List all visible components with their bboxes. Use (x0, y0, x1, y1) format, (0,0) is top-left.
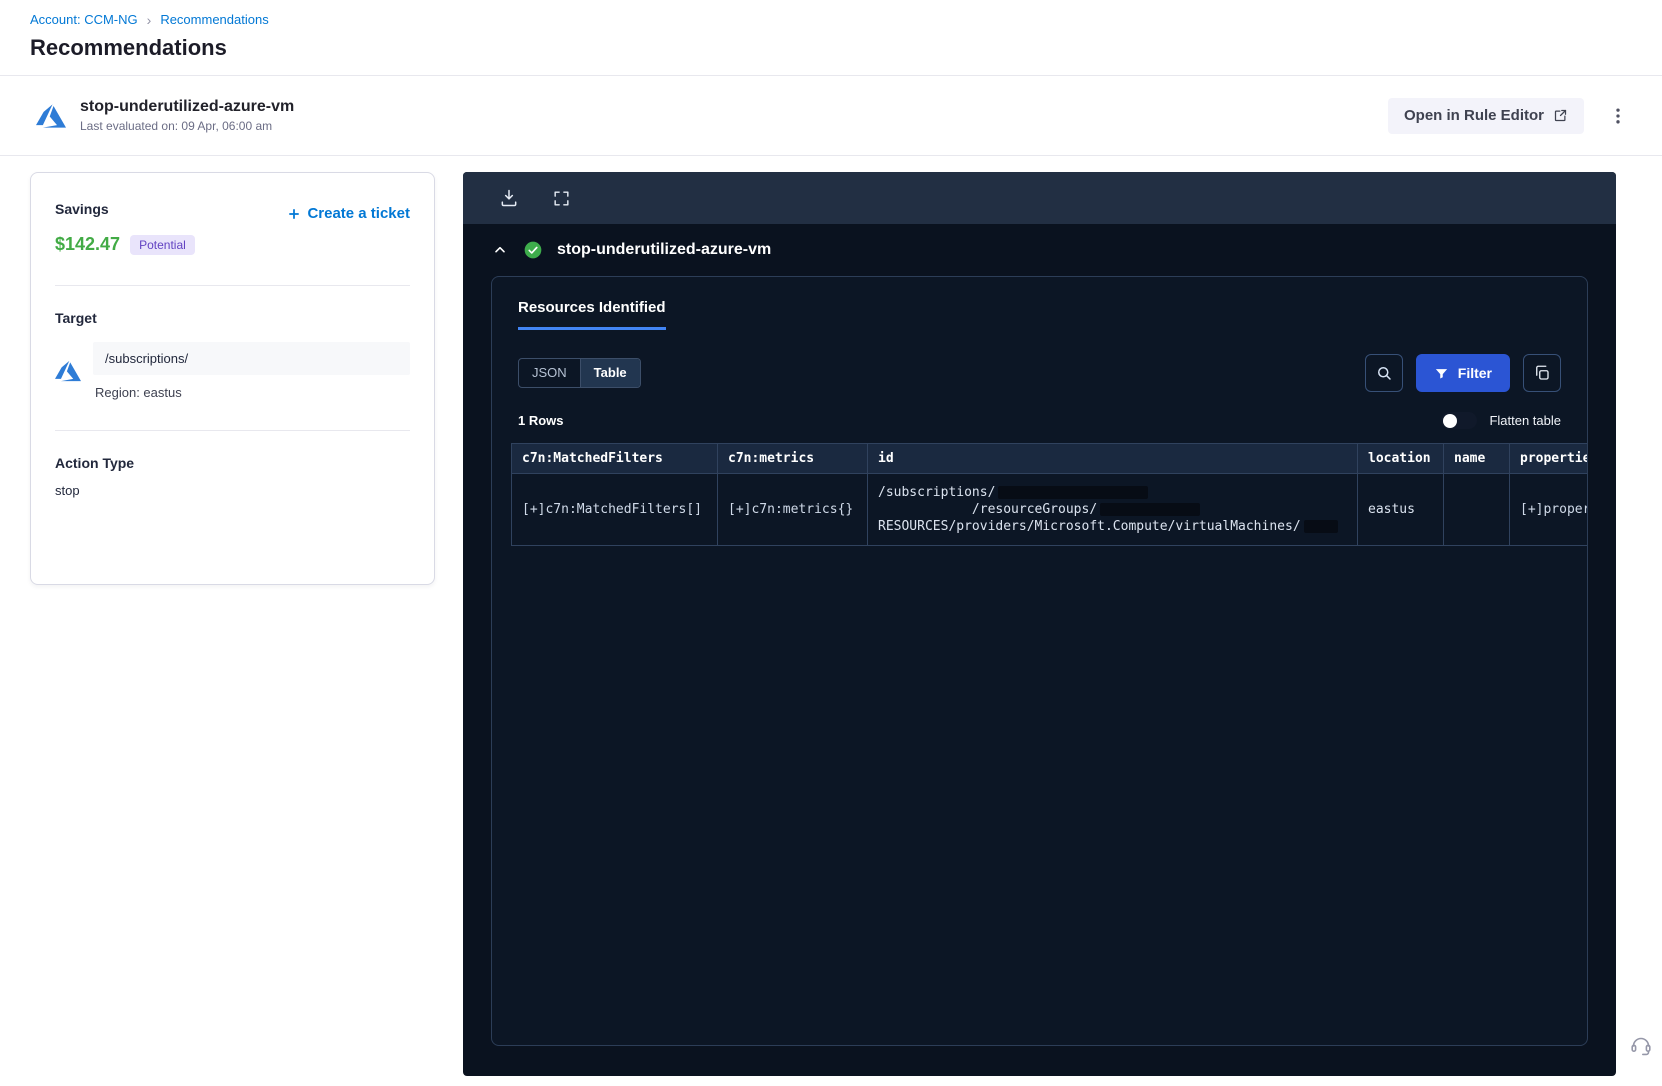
id-line-2: /resourceGroups/ (878, 502, 1098, 517)
fullscreen-button[interactable] (549, 186, 573, 210)
create-ticket-button[interactable]: Create a ticket (287, 205, 410, 222)
action-type-value: stop (55, 483, 80, 498)
savings-amount: $142.47 (55, 234, 121, 254)
recommendation-name: stop-underutilized-azure-vm (80, 98, 295, 115)
search-button[interactable] (1364, 354, 1403, 392)
flatten-table-label: Flatten table (1489, 413, 1561, 428)
filter-icon (1434, 366, 1449, 381)
filter-button[interactable]: Filter (1415, 354, 1510, 392)
breadcrumb-separator-icon: › (146, 11, 152, 28)
id-line-3: RESOURCES/providers/Microsoft.Compute/vi… (878, 519, 1301, 534)
recommendation-details-card: Savings Create a ticket $142.47 Potentia… (30, 172, 435, 585)
kebab-menu-icon (1616, 108, 1620, 123)
open-in-rule-editor-label: Open in Rule Editor (1403, 107, 1544, 124)
azure-icon (55, 358, 81, 384)
evaluation-panel: stop-underutilized-azure-vm Resources Id… (463, 172, 1616, 1076)
chevron-up-icon (495, 246, 505, 253)
resources-identified-panel: Resources Identified JSON Table Filter 1… (491, 276, 1588, 1046)
cell-metrics: [+]c7n:metrics{} (717, 473, 868, 546)
evaluation-title-row: stop-underutilized-azure-vm (463, 224, 1616, 270)
target-label: Target (55, 310, 97, 326)
success-check-icon (523, 240, 543, 260)
column-header-properties: properties (1509, 443, 1587, 474)
redacted-value (1303, 520, 1338, 533)
view-table-button[interactable]: Table (579, 359, 640, 387)
breadcrumb-recommendations-link[interactable]: Recommendations (160, 12, 268, 27)
recommendation-title-block: stop-underutilized-azure-vm Last evaluat… (80, 98, 294, 133)
expand-icon (553, 190, 569, 206)
target-path: /subscriptions/ (93, 342, 410, 375)
last-evaluated-text: Last evaluated on: 09 Apr, 06:00 am (80, 119, 273, 133)
resources-table-container: c7n:MatchedFilters c7n:metrics id locati… (511, 443, 1587, 546)
target-region: Region: eastus (95, 385, 182, 400)
search-icon (1377, 367, 1391, 380)
column-header-name: name (1443, 443, 1510, 474)
recommendations-page: Account: CCM-NG › Recommendations Recomm… (0, 0, 1662, 1076)
action-type-label: Action Type (55, 455, 135, 471)
collapse-button[interactable] (491, 241, 509, 259)
evaluation-title: stop-underutilized-azure-vm (557, 241, 772, 258)
id-line-1: /subscriptions/ (878, 485, 996, 500)
main-content: Savings Create a ticket $142.47 Potentia… (0, 156, 1662, 1076)
toggle-knob (1443, 413, 1458, 428)
redacted-value (1100, 503, 1201, 516)
download-icon (501, 189, 517, 207)
panel-toolbar (463, 172, 1616, 224)
filter-label: Filter (1457, 365, 1492, 381)
cell-properties: [+]properties{} (1509, 473, 1587, 546)
copy-icon (1536, 365, 1549, 380)
resources-table: c7n:MatchedFilters c7n:metrics id locati… (511, 443, 1587, 546)
redacted-value (998, 486, 1149, 499)
column-header-metrics: c7n:metrics (717, 443, 868, 474)
page-header: Account: CCM-NG › Recommendations Recomm… (0, 0, 1662, 76)
cell-matched-filters: [+]c7n:MatchedFilters[] (511, 473, 718, 546)
expand-properties[interactable]: [+]properties{} (1520, 502, 1587, 517)
view-mode-toggle: JSON Table (518, 358, 641, 388)
cell-location: eastus (1357, 473, 1444, 546)
potential-badge: Potential (130, 234, 195, 255)
breadcrumb: Account: CCM-NG › Recommendations (30, 12, 1632, 27)
table-row: [+]c7n:MatchedFilters[] [+]c7n:metrics{}… (511, 473, 1587, 546)
recommendation-header: stop-underutilized-azure-vm Last evaluat… (0, 76, 1662, 156)
view-json-button[interactable]: JSON (519, 359, 580, 387)
open-in-rule-editor-button[interactable]: Open in Rule Editor (1387, 97, 1584, 134)
table-meta-row: 1 Rows Flatten table (518, 412, 1561, 429)
create-ticket-label: Create a ticket (307, 205, 410, 222)
plus-icon (287, 207, 301, 221)
cell-name (1443, 473, 1510, 546)
column-header-matched-filters: c7n:MatchedFilters (511, 443, 718, 474)
flatten-table-toggle[interactable] (1441, 412, 1478, 429)
table-controls: JSON Table Filter (518, 354, 1561, 392)
support-icon[interactable] (1628, 1032, 1654, 1058)
download-button[interactable] (497, 186, 521, 210)
column-header-location: location (1357, 443, 1444, 474)
resources-tabs: Resources Identified (492, 299, 1587, 330)
breadcrumb-account-link[interactable]: Account: CCM-NG (30, 12, 138, 27)
page-title: Recommendations (30, 35, 227, 60)
copy-button[interactable] (1523, 354, 1561, 392)
more-options-button[interactable] (1604, 102, 1632, 130)
expand-matched-filters[interactable]: [+]c7n:MatchedFilters[] (522, 502, 702, 517)
table-header-row: c7n:MatchedFilters c7n:metrics id locati… (511, 443, 1587, 474)
expand-metrics[interactable]: [+]c7n:metrics{} (728, 502, 853, 517)
azure-icon (36, 101, 66, 131)
rows-count: 1 Rows (518, 413, 564, 428)
savings-label: Savings (55, 201, 109, 217)
column-header-id: id (867, 443, 1358, 474)
cell-id: /subscriptions/ /resourceGroups/ RESOURC… (867, 473, 1358, 546)
external-link-icon (1553, 108, 1568, 123)
tab-resources-identified[interactable]: Resources Identified (518, 299, 666, 330)
